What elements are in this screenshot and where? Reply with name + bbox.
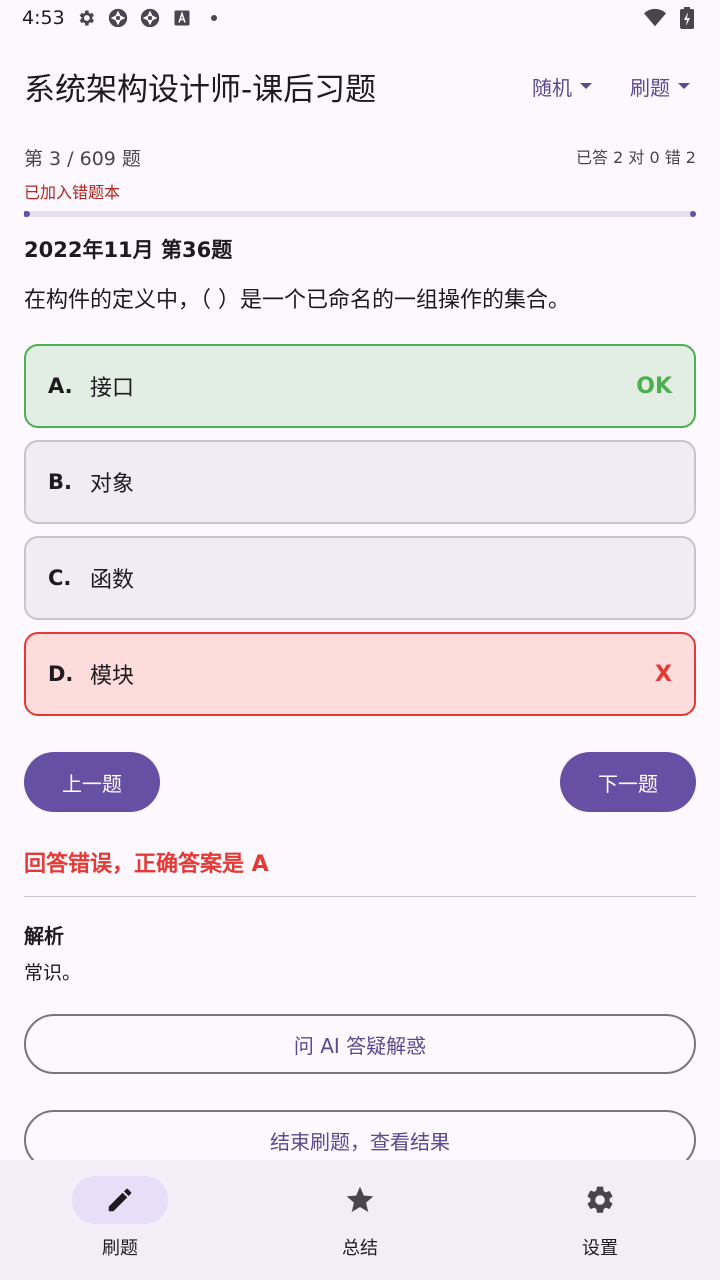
option-c[interactable]: C. 函数: [24, 536, 696, 620]
bottom-navigation: 刷题 总结 设置: [0, 1160, 720, 1280]
option-correct-mark: OK: [636, 373, 672, 399]
option-text: 模块: [90, 664, 135, 689]
option-letter: B.: [48, 470, 72, 494]
analysis-text: 常识。: [24, 962, 82, 984]
option-list: A. 接口 OK B. 对象 C. 函数 D. 模块 X: [24, 344, 696, 728]
nav-label: 设置: [582, 1238, 618, 1259]
chevron-down-icon: [580, 83, 592, 89]
nav-item-practice[interactable]: 刷题: [0, 1160, 240, 1280]
status-time: 4:53: [22, 7, 65, 29]
wifi-icon: [644, 7, 666, 29]
nav-label: 总结: [342, 1238, 378, 1259]
option-a[interactable]: A. 接口 OK: [24, 344, 696, 428]
battery-icon: [676, 7, 698, 29]
question-text: 在构件的定义中，（ ）是一个已命名的一组操作的集合。: [24, 288, 570, 313]
settings-gear-icon: [75, 7, 97, 29]
option-letter: D.: [48, 662, 74, 686]
next-question-button[interactable]: 下一题: [560, 752, 696, 812]
progress-info: 第 3 / 609 题 已加入错题本 已答 2 对 0 错 2: [24, 144, 696, 203]
prev-question-button[interactable]: 上一题: [24, 752, 160, 812]
status-bar: 4:53: [0, 0, 720, 36]
analysis-title: 解析: [24, 924, 64, 948]
chevron-down-icon: [678, 83, 690, 89]
divider: [24, 896, 696, 897]
progress-end-dot: [690, 211, 696, 217]
nav-label: 刷题: [102, 1238, 138, 1259]
answer-result: 回答错误，正确答案是 A: [24, 852, 269, 877]
status-right: [644, 7, 698, 29]
nav-icon-indicator: [72, 1176, 168, 1224]
option-b[interactable]: B. 对象: [24, 440, 696, 524]
aperture-icon: [107, 7, 129, 29]
progress-start-dot: [24, 211, 30, 217]
star-icon: [346, 1186, 374, 1212]
nav-item-summary[interactable]: 总结: [240, 1160, 480, 1280]
mode-dropdown-label: 随机: [532, 75, 572, 100]
answer-stats: 已答 2 对 0 错 2: [576, 148, 696, 167]
option-letter: A.: [48, 374, 73, 398]
nav-icon-indicator: [552, 1176, 648, 1224]
option-text: 函数: [90, 568, 135, 593]
type-dropdown-label: 刷题: [630, 75, 670, 100]
app-actions: 随机 刷题: [532, 72, 690, 101]
question-source: 2022年11月 第36题: [24, 238, 233, 262]
option-letter: C.: [48, 566, 72, 590]
font-a-icon: [171, 7, 193, 29]
page-title: 系统架构设计师-课后习题: [24, 71, 377, 108]
ask-ai-button[interactable]: 问 AI 答疑解惑: [24, 1014, 696, 1074]
app-bar: 系统架构设计师-课后习题 随机 刷题: [0, 54, 720, 118]
type-dropdown[interactable]: 刷题: [630, 72, 690, 101]
option-d[interactable]: D. 模块 X: [24, 632, 696, 716]
option-text: 对象: [90, 472, 135, 497]
pencil-icon: [108, 1188, 132, 1212]
aperture-icon-2: [139, 7, 161, 29]
added-to-wrongbook-note: 已加入错题本: [24, 183, 121, 202]
option-wrong-mark: X: [655, 661, 672, 687]
option-text: 接口: [90, 376, 135, 401]
nav-icon-indicator: [312, 1176, 408, 1224]
status-left: 4:53: [22, 7, 225, 29]
dot-icon: [203, 7, 225, 29]
gear-icon: [587, 1186, 613, 1213]
nav-item-settings[interactable]: 设置: [480, 1160, 720, 1280]
mode-dropdown[interactable]: 随机: [532, 72, 592, 101]
progress-bar: [24, 211, 696, 217]
